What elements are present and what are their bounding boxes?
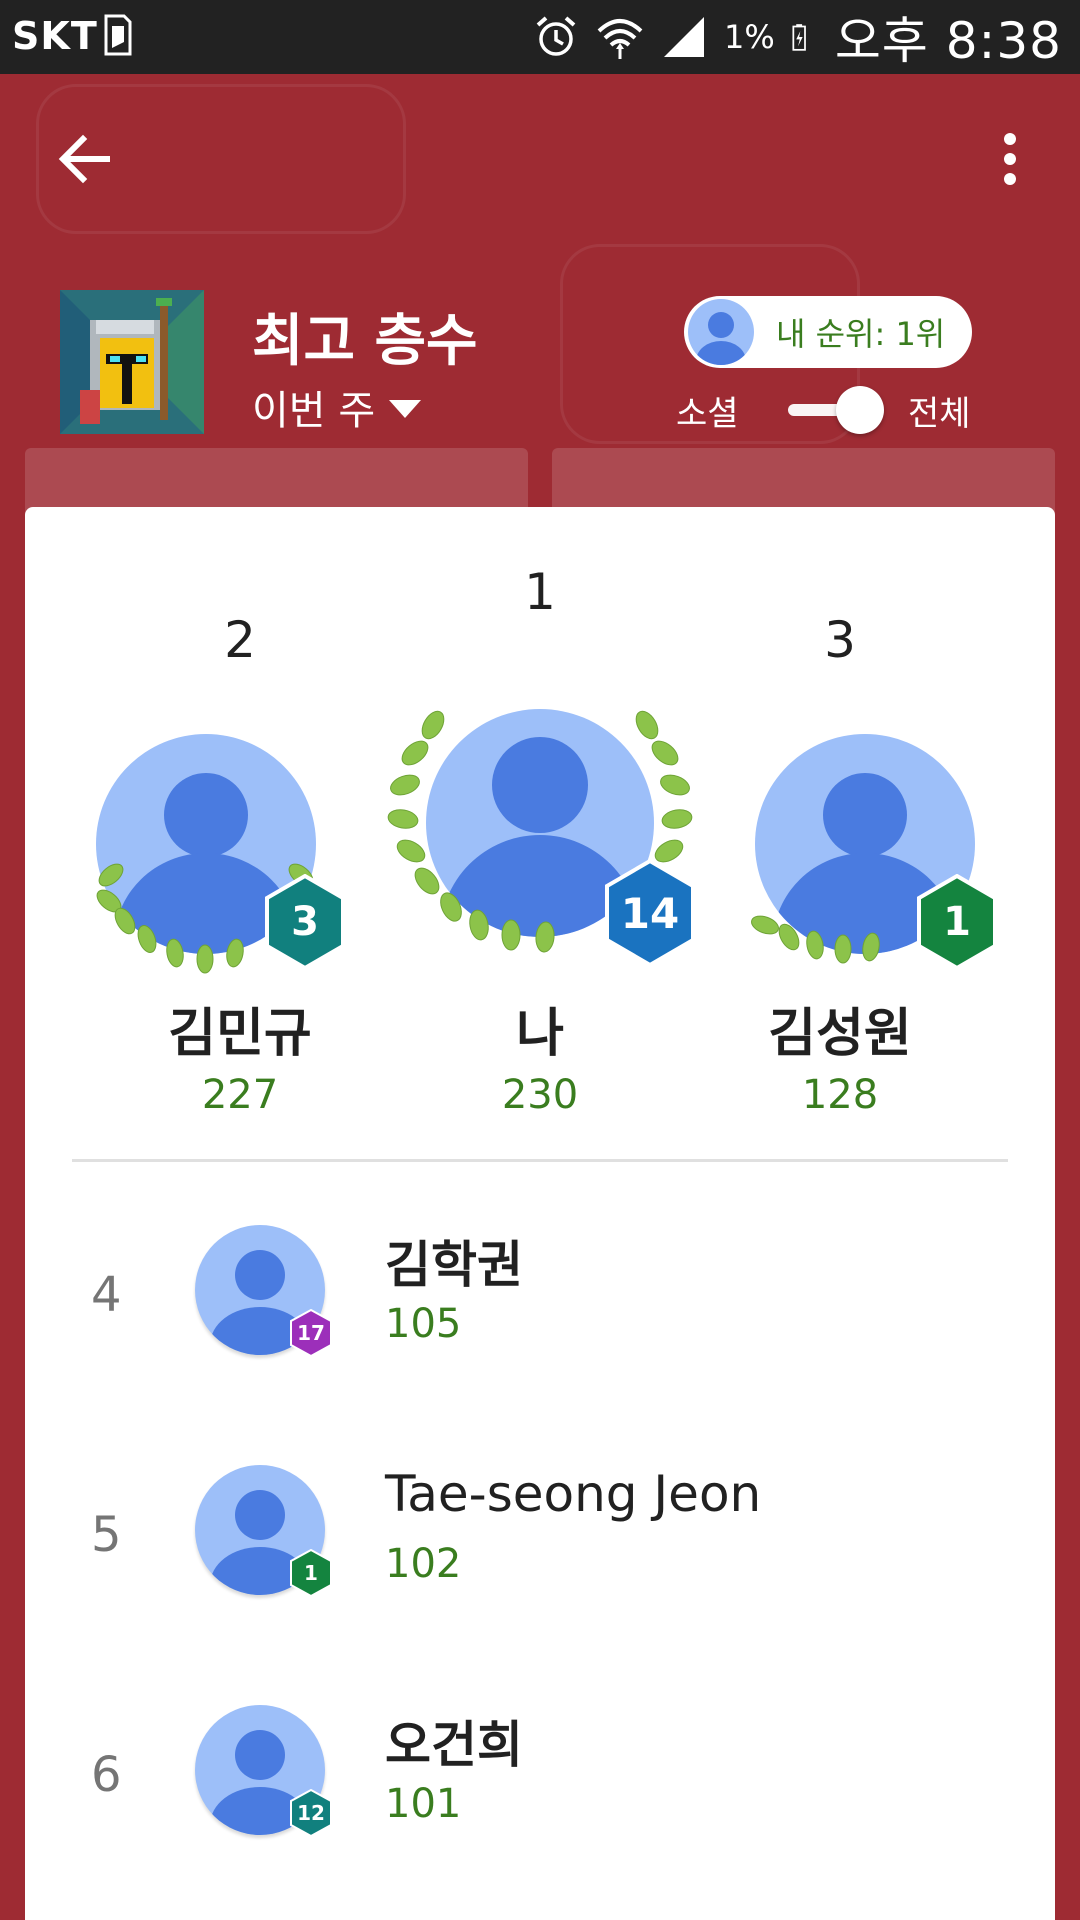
signal-icon [664, 17, 705, 57]
period-label: 이번 주 [252, 388, 376, 434]
podium-first[interactable]: 1 [390, 507, 690, 621]
wifi-icon [597, 19, 643, 59]
level-badge-third: 1 [915, 874, 999, 970]
list-item[interactable]: 6 12 오건희 101 [25, 1695, 1055, 1895]
back-button[interactable] [50, 124, 120, 194]
list-score: 105 [385, 1301, 462, 1347]
list-name: Tae-seong Jeon [385, 1465, 762, 1523]
level-badge-first: 14 [603, 859, 697, 967]
level-badge: 1 [290, 1549, 332, 1597]
podium-rank: 1 [524, 563, 556, 621]
level-badge-second: 3 [263, 874, 347, 970]
person-icon [696, 312, 746, 365]
leaderboard-title: 최고 층수 [252, 309, 478, 374]
level-number: 14 [620, 888, 680, 938]
level-number: 12 [297, 1801, 325, 1825]
list-item[interactable]: 4 17 김학권 105 [25, 1215, 1055, 1415]
divider [72, 1159, 1008, 1162]
level-number: 17 [297, 1321, 325, 1345]
status-bar: SKT 1% 오후 8:38 [0, 0, 1080, 74]
dropdown-arrow-icon [389, 400, 422, 418]
my-rank-chip[interactable]: 내 순위: 1위 [684, 296, 972, 368]
sim-card-icon [104, 14, 132, 56]
level-number: 3 [291, 899, 319, 945]
podium-first-info: 나 230 [390, 991, 690, 1118]
leaderboard-card: 2 3 김민규 227 1 14 나 230 3 1 김성원 128 4 17 … [25, 507, 1055, 1920]
more-options-button[interactable] [980, 124, 1040, 194]
list-score: 101 [385, 1781, 462, 1827]
podium-second-info: 김민규 227 [90, 991, 390, 1118]
podium-name: 김민규 [168, 1004, 312, 1064]
podium-third[interactable]: 3 [690, 507, 990, 669]
clock: 오후 8:38 [834, 12, 1062, 70]
podium-score: 230 [501, 1072, 579, 1118]
level-number: 1 [943, 899, 971, 945]
podium-name: 나 [516, 1004, 564, 1064]
more-vert-icon [1004, 133, 1016, 185]
toggle-all-label: 전체 [908, 394, 971, 434]
list-rank: 6 [91, 1747, 122, 1803]
list-score: 102 [385, 1541, 462, 1587]
list-rank: 5 [91, 1507, 122, 1563]
level-badge: 17 [290, 1309, 332, 1357]
alarm-icon [536, 16, 576, 56]
podium-score: 227 [201, 1072, 279, 1118]
my-rank-label: 내 순위: 1위 [776, 315, 946, 353]
podium-third-info: 김성원 128 [690, 991, 990, 1118]
podium-rank: 2 [224, 611, 256, 669]
game-icon [60, 290, 204, 434]
level-number: 1 [304, 1561, 318, 1585]
period-dropdown[interactable]: 이번 주 [252, 378, 422, 436]
toggle-knob[interactable] [836, 386, 884, 434]
podium-score: 128 [801, 1072, 879, 1118]
toggle-social-label: 소셜 [676, 394, 739, 434]
podium-name: 김성원 [768, 1004, 912, 1064]
scope-toggle[interactable]: 소셜 전체 [672, 382, 982, 438]
level-badge: 12 [290, 1789, 332, 1837]
back-arrow-icon [58, 134, 110, 184]
podium-rank: 3 [824, 611, 856, 669]
list-item[interactable]: 5 1 Tae-seong Jeon 102 [25, 1455, 1055, 1655]
battery-icon [792, 24, 806, 51]
podium-second[interactable]: 2 [90, 507, 390, 669]
battery-percent: 1% [724, 18, 775, 56]
list-name: 김학권 [385, 1236, 523, 1294]
my-avatar [688, 299, 754, 365]
list-name: 오건희 [385, 1716, 523, 1774]
carrier-label: SKT [12, 14, 98, 58]
list-rank: 4 [91, 1267, 122, 1323]
